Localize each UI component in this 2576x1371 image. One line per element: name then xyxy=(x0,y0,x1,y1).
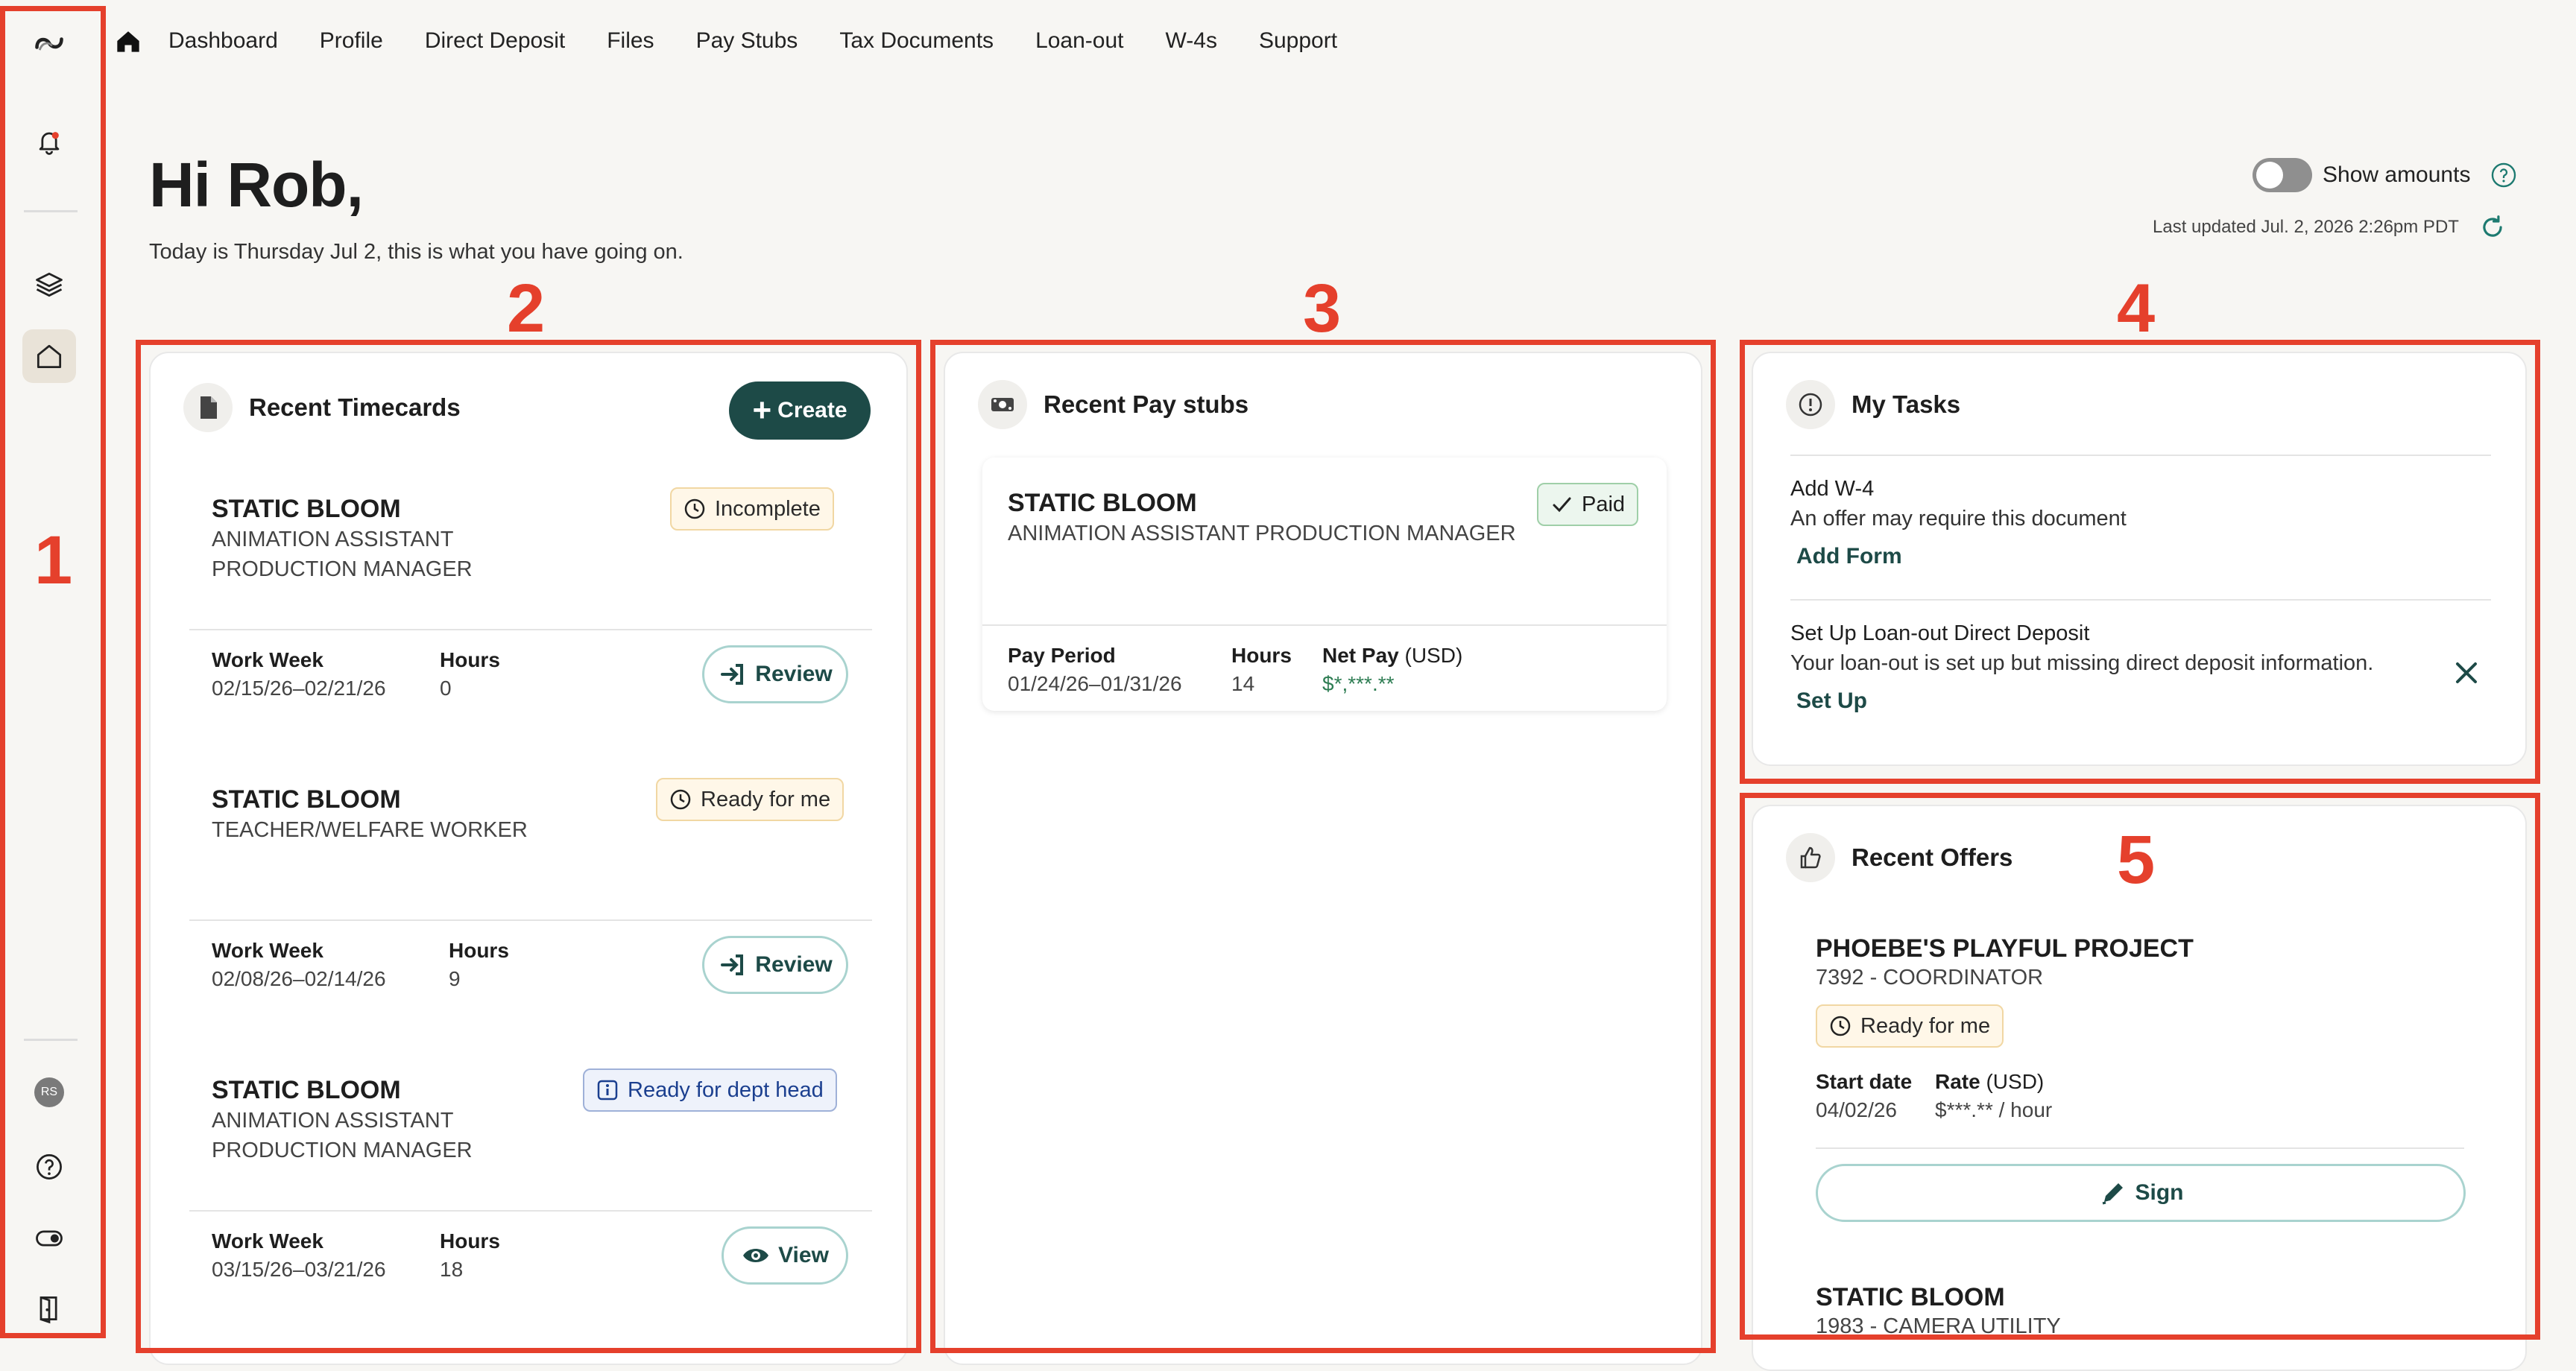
nav-dashboard[interactable]: Dashboard xyxy=(168,28,278,54)
annotation-box-4 xyxy=(1740,340,2540,784)
show-amounts-control: Show amounts xyxy=(2253,158,2518,192)
nav-tax-documents[interactable]: Tax Documents xyxy=(839,28,994,54)
greeting-title: Hi Rob, xyxy=(149,150,364,220)
annotation-number-3: 3 xyxy=(1303,270,1342,346)
nav-pay-stubs[interactable]: Pay Stubs xyxy=(696,28,798,54)
nav-direct-deposit[interactable]: Direct Deposit xyxy=(425,28,565,54)
annotation-box-1 xyxy=(0,6,106,1338)
last-updated-text: Last updated Jul. 2, 2026 2:26pm PDT xyxy=(2153,217,2459,237)
greeting-subtitle: Today is Thursday Jul 2, this is what yo… xyxy=(149,240,684,264)
annotation-box-3 xyxy=(930,340,1716,1353)
refresh-icon[interactable] xyxy=(2478,213,2507,241)
nav-profile[interactable]: Profile xyxy=(320,28,383,54)
nav-loan-out[interactable]: Loan-out xyxy=(1035,28,1123,54)
annotation-number-4: 4 xyxy=(2117,270,2156,346)
last-updated: Last updated Jul. 2, 2026 2:26pm PDT xyxy=(2153,213,2507,241)
nav-w4s[interactable]: W-4s xyxy=(1166,28,1217,54)
nav-support[interactable]: Support xyxy=(1259,28,1337,54)
nav-files[interactable]: Files xyxy=(607,28,654,54)
annotation-number-2: 2 xyxy=(507,270,546,346)
annotation-box-2 xyxy=(136,340,921,1353)
show-amounts-help-icon[interactable] xyxy=(2490,161,2518,189)
show-amounts-toggle[interactable] xyxy=(2253,158,2312,192)
annotation-number-1: 1 xyxy=(34,522,73,598)
show-amounts-label: Show amounts xyxy=(2323,162,2471,187)
annotation-number-5: 5 xyxy=(2117,822,2156,898)
home-icon[interactable] xyxy=(112,25,145,57)
top-navigation: Dashboard Profile Direct Deposit Files P… xyxy=(112,22,1379,60)
